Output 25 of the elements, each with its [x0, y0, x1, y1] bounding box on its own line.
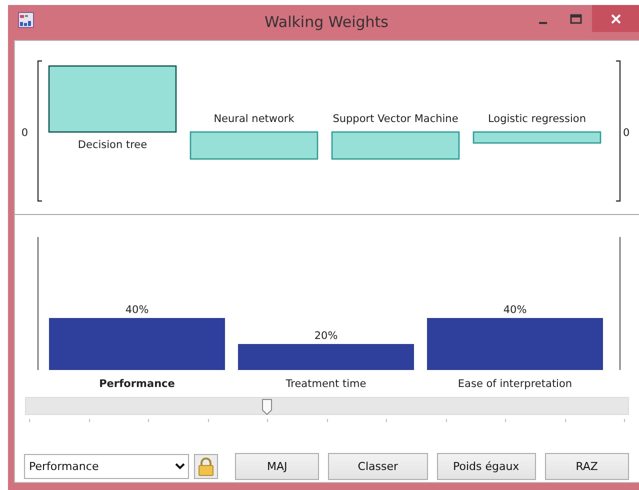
app-icon — [18, 12, 34, 28]
action-button[interactable]: MAJ — [235, 453, 320, 480]
criterion-label: Treatment time — [286, 378, 366, 390]
axis-label: 0 — [21, 127, 28, 139]
action-button[interactable]: Poids égaux — [436, 453, 536, 480]
close-icon — [610, 12, 622, 24]
model-label: Support Vector Machine — [332, 113, 458, 125]
model-label: Logistic regression — [488, 113, 586, 125]
criterion-dropdown[interactable]: Performance — [24, 454, 189, 479]
axis-label: 0 — [623, 127, 630, 139]
minimize-icon — [538, 22, 546, 24]
slider-handle[interactable] — [262, 399, 272, 415]
maximize-icon — [570, 14, 582, 24]
value-label: 20% — [314, 330, 338, 342]
action-button[interactable]: RAZ — [544, 453, 629, 480]
model-label: Decision tree — [78, 139, 148, 151]
weight-slider[interactable] — [25, 397, 629, 415]
action-button[interactable]: Classer — [328, 453, 428, 480]
value-label: 40% — [125, 304, 149, 316]
close-button[interactable] — [592, 5, 639, 32]
model-label: Neural network — [214, 113, 294, 125]
window-title: Walking Weights — [264, 13, 388, 31]
criterion-label: Ease of interpretation — [458, 378, 572, 390]
criterion-label: Performance — [99, 378, 175, 390]
value-label: 40% — [503, 304, 527, 316]
